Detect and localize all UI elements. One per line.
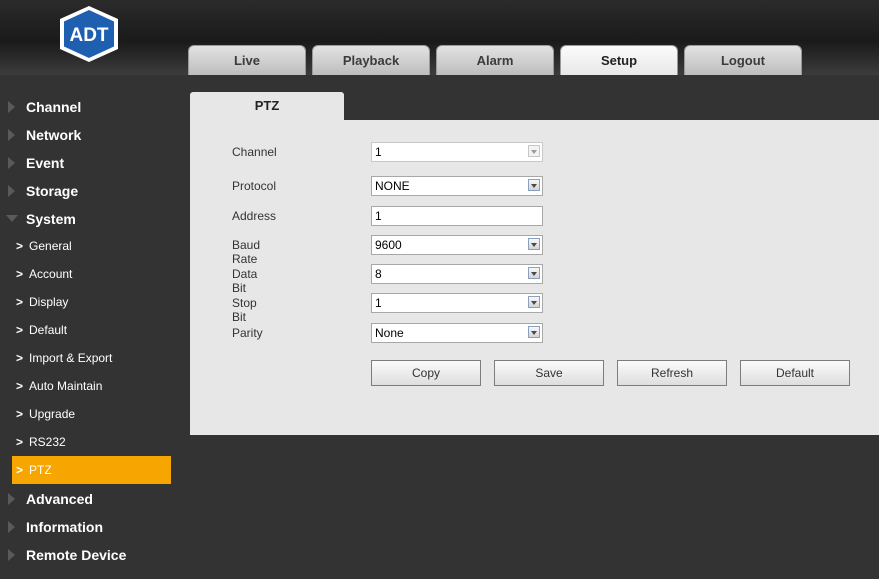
chevron-right-icon: >: [16, 435, 24, 449]
collapsed-arrow-icon: [8, 129, 15, 141]
dropdown-arrow-icon[interactable]: [528, 179, 540, 191]
header-bar: ADT Live Playback Alarm Setup Logout: [0, 0, 879, 75]
adt-logo: ADT: [60, 6, 118, 62]
sidebar-subitem-label: PTZ: [29, 463, 52, 477]
stop-bit-value: 1: [375, 296, 382, 310]
chevron-right-icon: >: [16, 267, 24, 281]
chevron-right-icon: >: [16, 239, 24, 253]
default-button[interactable]: Default: [740, 360, 850, 386]
sidebar-subitem-label: Import & Export: [29, 351, 113, 365]
address-label: Address: [232, 209, 277, 223]
sidebar-item-label: Network: [26, 127, 82, 143]
parity-value: None: [375, 326, 404, 340]
chevron-right-icon: >: [16, 463, 24, 477]
protocol-value: NONE: [375, 179, 410, 193]
parity-label: Parity: [232, 326, 263, 340]
parity-select[interactable]: None: [371, 323, 543, 343]
sidebar-item-channel[interactable]: Channel: [0, 92, 170, 120]
chevron-right-icon: >: [16, 295, 24, 309]
sidebar-subitem-rs232[interactable]: > RS232: [0, 428, 170, 456]
collapsed-arrow-icon: [8, 521, 15, 533]
sidebar: Channel Network Event Storage System > Ge…: [0, 92, 171, 568]
sidebar-subitem-label: Display: [29, 295, 69, 309]
stop-bit-select[interactable]: 1: [371, 293, 543, 313]
dropdown-arrow-icon[interactable]: [528, 145, 540, 157]
channel-label: Channel: [232, 145, 277, 159]
stop-bit-label: Stop Bit: [232, 296, 257, 324]
ptz-settings-panel: Channel 1 Protocol NONE Address 1 Baud R…: [190, 120, 879, 435]
channel-value: 1: [375, 145, 382, 159]
sidebar-subitem-upgrade[interactable]: > Upgrade: [0, 400, 170, 428]
sidebar-item-label: Storage: [26, 183, 79, 199]
data-bit-value: 8: [375, 267, 382, 281]
sidebar-subitem-label: Default: [29, 323, 68, 337]
dropdown-arrow-icon[interactable]: [528, 238, 540, 250]
sidebar-subitem-account[interactable]: > Account: [0, 260, 170, 288]
refresh-button[interactable]: Refresh: [617, 360, 727, 386]
save-button[interactable]: Save: [494, 360, 604, 386]
chevron-right-icon: >: [16, 379, 24, 393]
adt-logo-text: ADT: [69, 25, 108, 46]
sidebar-item-label: Remote Device: [26, 547, 127, 563]
dropdown-arrow-icon[interactable]: [528, 326, 540, 338]
chevron-right-icon: >: [16, 351, 24, 365]
protocol-select[interactable]: NONE: [371, 176, 543, 196]
sidebar-subitem-label: Upgrade: [29, 407, 76, 421]
chevron-right-icon: >: [16, 323, 24, 337]
baud-rate-select[interactable]: 9600: [371, 235, 543, 255]
tab-setup[interactable]: Setup: [560, 45, 678, 75]
sidebar-item-label: Event: [26, 155, 65, 171]
address-input[interactable]: 1: [371, 206, 543, 226]
collapsed-arrow-icon: [8, 549, 15, 561]
data-bit-select[interactable]: 8: [371, 264, 543, 284]
expanded-arrow-icon: [6, 215, 18, 222]
address-value: 1: [375, 209, 382, 223]
sidebar-subitem-ptz[interactable]: > PTZ: [12, 456, 171, 484]
protocol-label: Protocol: [232, 179, 277, 193]
baud-rate-label: Baud Rate: [232, 238, 261, 266]
sidebar-item-label: Advanced: [26, 491, 93, 507]
sidebar-subitem-label: Auto Maintain: [29, 379, 103, 393]
chevron-right-icon: >: [16, 407, 24, 421]
sidebar-subitem-label: RS232: [29, 435, 66, 449]
sidebar-item-advanced[interactable]: Advanced: [0, 484, 170, 512]
dropdown-arrow-icon[interactable]: [528, 296, 540, 308]
channel-select[interactable]: 1: [371, 142, 543, 162]
sidebar-subitem-auto-maintain[interactable]: > Auto Maintain: [0, 372, 170, 400]
sidebar-item-label: Information: [26, 519, 103, 535]
sidebar-subitem-general[interactable]: > General: [0, 232, 170, 260]
sidebar-item-remote-device[interactable]: Remote Device: [0, 540, 170, 568]
copy-button[interactable]: Copy: [371, 360, 481, 386]
collapsed-arrow-icon: [8, 157, 15, 169]
sidebar-item-storage[interactable]: Storage: [0, 176, 170, 204]
data-bit-label: Data Bit: [232, 267, 258, 295]
dropdown-arrow-icon[interactable]: [528, 267, 540, 279]
collapsed-arrow-icon: [8, 101, 15, 113]
sidebar-subitem-import-export[interactable]: > Import & Export: [0, 344, 170, 372]
tab-playback[interactable]: Playback: [312, 45, 430, 75]
sidebar-subitem-display[interactable]: > Display: [0, 288, 170, 316]
sidebar-subitem-label: General: [29, 239, 72, 253]
tab-logout[interactable]: Logout: [684, 45, 802, 75]
sidebar-item-system[interactable]: System: [0, 204, 170, 232]
sidebar-subitem-label: Account: [29, 267, 73, 281]
sidebar-item-information[interactable]: Information: [0, 512, 170, 540]
tab-alarm[interactable]: Alarm: [436, 45, 554, 75]
baud-rate-value: 9600: [375, 238, 402, 252]
tab-ptz[interactable]: PTZ: [190, 92, 344, 120]
tab-live[interactable]: Live: [188, 45, 306, 75]
sidebar-item-label: Channel: [26, 99, 82, 115]
sidebar-item-network[interactable]: Network: [0, 120, 170, 148]
sidebar-subitem-default[interactable]: > Default: [0, 316, 170, 344]
sidebar-item-event[interactable]: Event: [0, 148, 170, 176]
collapsed-arrow-icon: [8, 185, 15, 197]
sidebar-item-label: System: [26, 211, 76, 227]
collapsed-arrow-icon: [8, 493, 15, 505]
